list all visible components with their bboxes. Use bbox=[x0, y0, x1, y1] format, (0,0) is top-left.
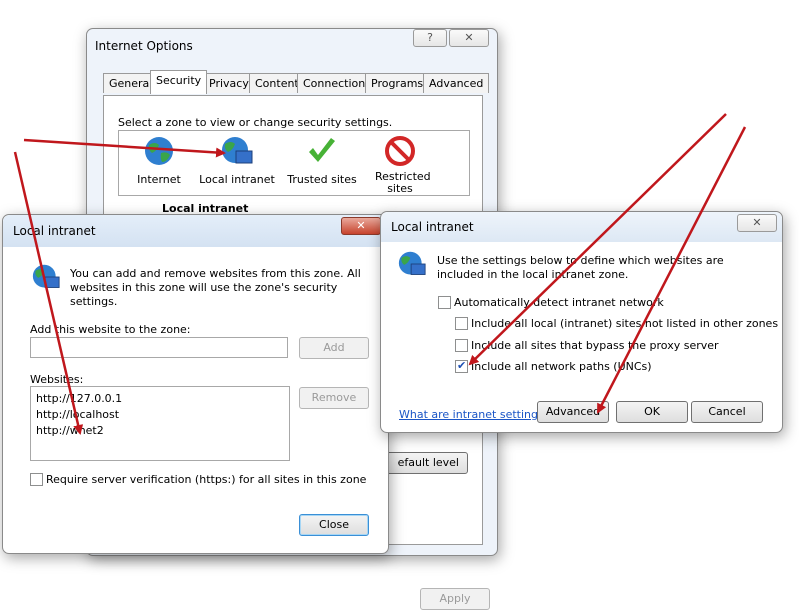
include-local-sites-label: Include all local (intranet) sites not l… bbox=[471, 317, 779, 330]
close-icon: ✕ bbox=[356, 219, 366, 232]
add-website-input[interactable] bbox=[30, 337, 288, 358]
close-button[interactable]: ✕ bbox=[341, 217, 381, 235]
title-bar: Local intranet ✕ bbox=[3, 215, 388, 247]
include-network-paths-label: Include all network paths (UNCs) bbox=[471, 360, 652, 373]
local-intranet-sites-window: Local intranet ✕ You can add and remove … bbox=[2, 214, 389, 554]
tab-privacy[interactable]: Privacy bbox=[203, 73, 255, 93]
auto-detect-checkbox[interactable] bbox=[438, 296, 451, 309]
websites-list[interactable]: http://127.0.0.1 http://localhost http:/… bbox=[30, 386, 290, 461]
list-item[interactable]: http://wnet2 bbox=[36, 423, 284, 439]
tab-programs[interactable]: Programs bbox=[365, 73, 430, 93]
button-label: Add bbox=[323, 341, 345, 354]
tab-security[interactable]: Security bbox=[150, 70, 208, 94]
zone-local-intranet[interactable]: Local intranet bbox=[197, 135, 277, 193]
button-label: OK bbox=[644, 405, 660, 418]
ok-button[interactable]: OK bbox=[616, 401, 688, 423]
window-title: Local intranet bbox=[13, 224, 96, 238]
close-button[interactable]: ✕ bbox=[449, 29, 489, 47]
title-bar: Local intranet ✕ bbox=[381, 212, 782, 242]
zone-restricted-sites[interactable]: Restricted sites bbox=[365, 135, 435, 197]
intranet-globe-icon bbox=[222, 137, 253, 164]
list-item[interactable]: http://127.0.0.1 bbox=[36, 391, 284, 407]
zone-label: Local intranet bbox=[199, 173, 275, 186]
zone-label: Trusted sites bbox=[287, 173, 357, 186]
tab-label: Security bbox=[156, 74, 202, 87]
checkmark-icon bbox=[309, 138, 335, 162]
button-label: Advanced bbox=[545, 405, 601, 418]
tab-label: Programs bbox=[371, 77, 424, 90]
include-local-sites-checkbox[interactable] bbox=[455, 317, 468, 330]
button-label: Close bbox=[319, 518, 349, 531]
tab-label: Privacy bbox=[209, 77, 249, 90]
apply-button[interactable]: Apply bbox=[420, 588, 490, 610]
zone-instruction: Select a zone to view or change security… bbox=[118, 116, 393, 129]
help-button[interactable]: ? bbox=[413, 29, 447, 47]
list-item[interactable]: http://localhost bbox=[36, 407, 284, 423]
restricted-icon bbox=[385, 136, 415, 166]
close-button[interactable]: ✕ bbox=[737, 214, 777, 232]
tab-strip: General Security Privacy Content Connect… bbox=[103, 70, 490, 95]
zone-label: Restricted sites bbox=[375, 170, 431, 195]
local-intranet-settings-window: Local intranet ✕ Use the settings below … bbox=[380, 211, 783, 433]
close-icon: ✕ bbox=[752, 216, 762, 229]
info-text: Use the settings below to define which w… bbox=[437, 254, 724, 281]
help-icon: ? bbox=[427, 31, 433, 44]
zone-internet[interactable]: Internet bbox=[129, 135, 189, 193]
advanced-button[interactable]: Advanced bbox=[537, 401, 609, 423]
add-button[interactable]: Add bbox=[299, 337, 369, 359]
close-dialog-button[interactable]: Close bbox=[299, 514, 369, 536]
require-verification-label: Require server verification (https:) for… bbox=[46, 473, 367, 486]
tab-label: Connections bbox=[303, 77, 371, 90]
include-bypass-proxy-checkbox[interactable] bbox=[455, 339, 468, 352]
require-verification-checkbox[interactable] bbox=[30, 473, 43, 486]
cancel-button[interactable]: Cancel bbox=[691, 401, 763, 423]
button-label: Remove bbox=[311, 391, 357, 404]
websites-label: Websites: bbox=[30, 373, 84, 386]
zone-trusted-sites[interactable]: Trusted sites bbox=[287, 135, 357, 193]
zone-list: Internet Local intranet Trusted sites Re… bbox=[118, 130, 470, 196]
include-bypass-proxy-label: Include all sites that bypass the proxy … bbox=[471, 339, 719, 352]
remove-button[interactable]: Remove bbox=[299, 387, 369, 409]
button-label: Cancel bbox=[708, 405, 746, 418]
intranet-settings-help-link[interactable]: What are intranet settings? bbox=[399, 408, 550, 421]
zone-label: Internet bbox=[137, 173, 181, 186]
tab-label: Advanced bbox=[429, 77, 484, 90]
include-network-paths-checkbox[interactable] bbox=[455, 359, 468, 373]
button-label: Apply bbox=[439, 592, 471, 605]
internet-options-title: Internet Options bbox=[95, 39, 193, 53]
intranet-globe-icon bbox=[32, 264, 60, 288]
window-title: Local intranet bbox=[391, 220, 474, 234]
add-website-label: Add this website to the zone: bbox=[30, 323, 191, 336]
auto-detect-label: Automatically detect intranet network bbox=[454, 296, 664, 309]
button-label: efault level bbox=[397, 456, 459, 469]
tab-label: Content bbox=[255, 77, 299, 90]
tab-label: General bbox=[109, 77, 153, 90]
globe-icon bbox=[145, 137, 173, 165]
close-icon: ✕ bbox=[464, 31, 474, 44]
info-text: You can add and remove websites from thi… bbox=[70, 267, 361, 308]
tab-advanced[interactable]: Advanced bbox=[423, 73, 490, 93]
intranet-globe-icon bbox=[398, 251, 426, 275]
